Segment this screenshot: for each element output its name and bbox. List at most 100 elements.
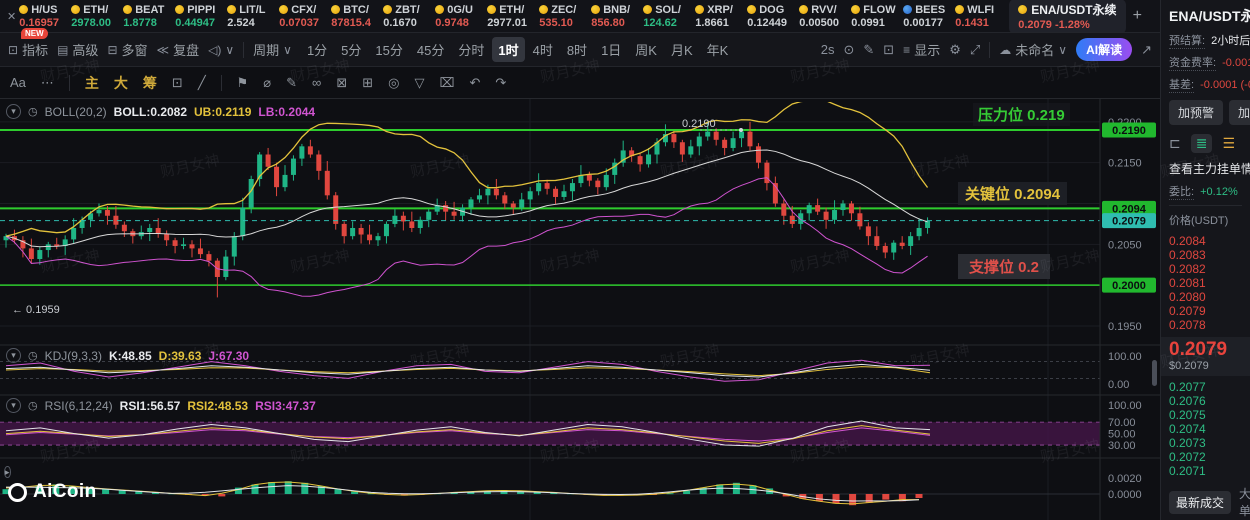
collapse-icon[interactable]: ▾ bbox=[6, 348, 21, 363]
collapse-icon[interactable]: ▾ bbox=[6, 398, 21, 413]
ticker-item[interactable]: 0G/U0.9748 bbox=[435, 3, 487, 30]
chart-area[interactable]: 0.22000.21500.20500.1950100.000.00100.00… bbox=[0, 98, 1160, 520]
display-button[interactable]: ≡ 显示 bbox=[903, 40, 940, 59]
timeframe-1时[interactable]: 1时 bbox=[492, 37, 524, 62]
share-icon[interactable]: ↗ bbox=[1141, 42, 1152, 58]
ticker-item[interactable]: DOG0.12449 bbox=[747, 3, 799, 30]
collapse-icon[interactable]: ▾ bbox=[6, 104, 21, 119]
filter-icon[interactable]: ▽ bbox=[414, 75, 424, 91]
ruler-icon[interactable]: ⌀ bbox=[263, 75, 271, 91]
timeframe-15分[interactable]: 15分 bbox=[369, 37, 408, 62]
brush-icon[interactable]: ✎ bbox=[286, 75, 297, 91]
text-tool[interactable]: Aa bbox=[10, 75, 26, 90]
timeframe-分时[interactable]: 分时 bbox=[452, 37, 490, 62]
timeframe-8时[interactable]: 8时 bbox=[561, 37, 593, 62]
undo-icon[interactable]: ↶ bbox=[469, 75, 480, 91]
refresh-rate[interactable]: 2s bbox=[821, 42, 835, 57]
chart-canvas[interactable]: 0.22000.21500.20500.1950100.000.00100.00… bbox=[0, 98, 1160, 520]
period-dropdown[interactable]: 周期 ∨ bbox=[253, 40, 292, 59]
bid-row[interactable]: 0.2076 bbox=[1169, 394, 1250, 408]
ticker-item[interactable]: CFX/0.07037 bbox=[279, 3, 331, 30]
add-watchlist-button[interactable]: 加自选 bbox=[1229, 100, 1250, 125]
ask-row[interactable]: 0.2081 bbox=[1169, 276, 1250, 290]
large-chart-tool[interactable]: 大 bbox=[114, 73, 128, 93]
ticker-item[interactable]: SOL/124.62 bbox=[643, 3, 695, 30]
redo-icon[interactable]: ↷ bbox=[495, 75, 506, 91]
pin-icon[interactable]: ✕ bbox=[7, 10, 16, 23]
ticker-item[interactable]: H/US0.16957 bbox=[19, 3, 71, 30]
chips-tool[interactable]: 筹 bbox=[143, 73, 157, 93]
indicators-button[interactable]: ⊡ 指标 NEW bbox=[8, 40, 48, 59]
flag-icon[interactable]: ⚑ bbox=[237, 75, 249, 91]
bid-row[interactable]: 0.2075 bbox=[1169, 408, 1250, 422]
advanced-button[interactable]: ▤ 高级 bbox=[57, 40, 98, 59]
form-icon[interactable]: ⊞ bbox=[362, 75, 373, 91]
layout-dropdown[interactable]: ☁ 未命名 ∨ bbox=[999, 40, 1067, 59]
ticker-item[interactable]: ETH/2977.01 bbox=[487, 3, 539, 30]
timeframe-年K[interactable]: 年K bbox=[701, 37, 735, 62]
draw-icon[interactable]: ✎ bbox=[863, 42, 874, 58]
sound-button[interactable]: ◁) ∨ bbox=[208, 43, 234, 57]
bid-row[interactable]: 0.2074 bbox=[1169, 422, 1250, 436]
ask-row[interactable]: 0.2079 bbox=[1169, 304, 1250, 318]
active-symbol-tab[interactable]: ENA/USDT永续 0.2079 -1.28% bbox=[1009, 0, 1125, 34]
timeframe-4时[interactable]: 4时 bbox=[527, 37, 559, 62]
ticker-item[interactable]: XRP/1.8661 bbox=[695, 3, 747, 30]
ticker-item[interactable]: FLOW0.0991 bbox=[851, 3, 903, 30]
ticker-item[interactable]: BEES0.00177 bbox=[903, 3, 955, 30]
add-alert-button[interactable]: 加预警 bbox=[1169, 100, 1223, 125]
macd-collapse[interactable]: ▸ bbox=[4, 462, 11, 480]
ticker-item[interactable]: PIPPI0.44947 bbox=[175, 3, 227, 30]
ticker-item[interactable]: ZEC/535.10 bbox=[539, 3, 591, 30]
line-tool-icon[interactable]: ╱ bbox=[198, 75, 206, 91]
ticker-item[interactable]: BTC/87815.4 bbox=[331, 3, 383, 30]
trades-list-icon[interactable]: ☰ bbox=[1222, 135, 1235, 152]
multiwindow-button[interactable]: ⊟ 多窗 bbox=[107, 40, 147, 59]
ticker-item[interactable]: ZBT/0.1670 bbox=[383, 3, 435, 30]
camera-icon[interactable]: ⊙ bbox=[843, 42, 854, 58]
binoculars-icon[interactable]: ∞ bbox=[312, 75, 321, 90]
fullscreen-icon[interactable]: ⤢ bbox=[970, 42, 980, 58]
ticker-item[interactable]: ETH/2978.00 bbox=[71, 3, 123, 30]
ask-row[interactable]: 0.2078 bbox=[1169, 318, 1250, 332]
main-chart-tool[interactable]: 主 bbox=[85, 73, 99, 93]
depth-icon[interactable]: ≣ bbox=[1191, 134, 1213, 153]
tab-big-orders[interactable]: 大单 bbox=[1239, 485, 1250, 519]
trash-icon[interactable]: ⌧ bbox=[439, 75, 454, 91]
tab-latest-trades[interactable]: 最新成交 bbox=[1169, 491, 1231, 514]
add-symbol-button[interactable]: + bbox=[1133, 7, 1142, 25]
ai-analysis-button[interactable]: AI解读 bbox=[1076, 38, 1132, 61]
alert-icon[interactable]: ◷ bbox=[28, 399, 38, 412]
ticker-item[interactable]: BNB/856.80 bbox=[591, 3, 643, 30]
alert-icon[interactable]: ◷ bbox=[28, 349, 38, 362]
axis-scrollbar[interactable] bbox=[1152, 360, 1157, 386]
main-orders-link[interactable]: 查看主力挂单情况 bbox=[1169, 160, 1250, 177]
bid-row[interactable]: 0.2077 bbox=[1169, 380, 1250, 394]
ticker-item[interactable]: RVV/0.00500 bbox=[799, 3, 851, 30]
orderbook-icon[interactable]: ⊏ bbox=[1169, 135, 1181, 152]
ask-row[interactable]: 0.2084 bbox=[1169, 234, 1250, 248]
timeframe-5分[interactable]: 5分 bbox=[335, 37, 367, 62]
timeframe-月K[interactable]: 月K bbox=[665, 37, 699, 62]
alert-icon[interactable]: ◷ bbox=[28, 105, 38, 118]
ticker-item[interactable]: WLFI0.1431 bbox=[955, 3, 1007, 30]
timeframe-1分[interactable]: 1分 bbox=[301, 37, 333, 62]
ticker-item[interactable]: BEAT1.8778 bbox=[123, 3, 175, 30]
frame-icon[interactable]: ⊡ bbox=[883, 42, 894, 58]
bid-row[interactable]: 0.2071 bbox=[1169, 464, 1250, 478]
replay-button[interactable]: ≪ 复盘 bbox=[157, 40, 200, 59]
gear-icon[interactable]: ⚙ bbox=[949, 42, 961, 58]
timeframe-45分[interactable]: 45分 bbox=[411, 37, 450, 62]
window-tool-icon[interactable]: ⊡ bbox=[172, 75, 183, 91]
ask-row[interactable]: 0.2080 bbox=[1169, 290, 1250, 304]
lock-icon[interactable]: ⊠ bbox=[336, 75, 347, 91]
timeframe-周K[interactable]: 周K bbox=[629, 37, 663, 62]
ticker-item[interactable]: LIT/L2.524 bbox=[227, 3, 279, 30]
timeframe-1日[interactable]: 1日 bbox=[595, 37, 627, 62]
more-tools[interactable]: ⋯ bbox=[41, 75, 54, 91]
bid-row[interactable]: 0.2073 bbox=[1169, 436, 1250, 450]
ask-row[interactable]: 0.2083 bbox=[1169, 248, 1250, 262]
bid-row[interactable]: 0.2072 bbox=[1169, 450, 1250, 464]
ask-row[interactable]: 0.2082 bbox=[1169, 262, 1250, 276]
tag-icon[interactable]: ◎ bbox=[388, 75, 399, 91]
